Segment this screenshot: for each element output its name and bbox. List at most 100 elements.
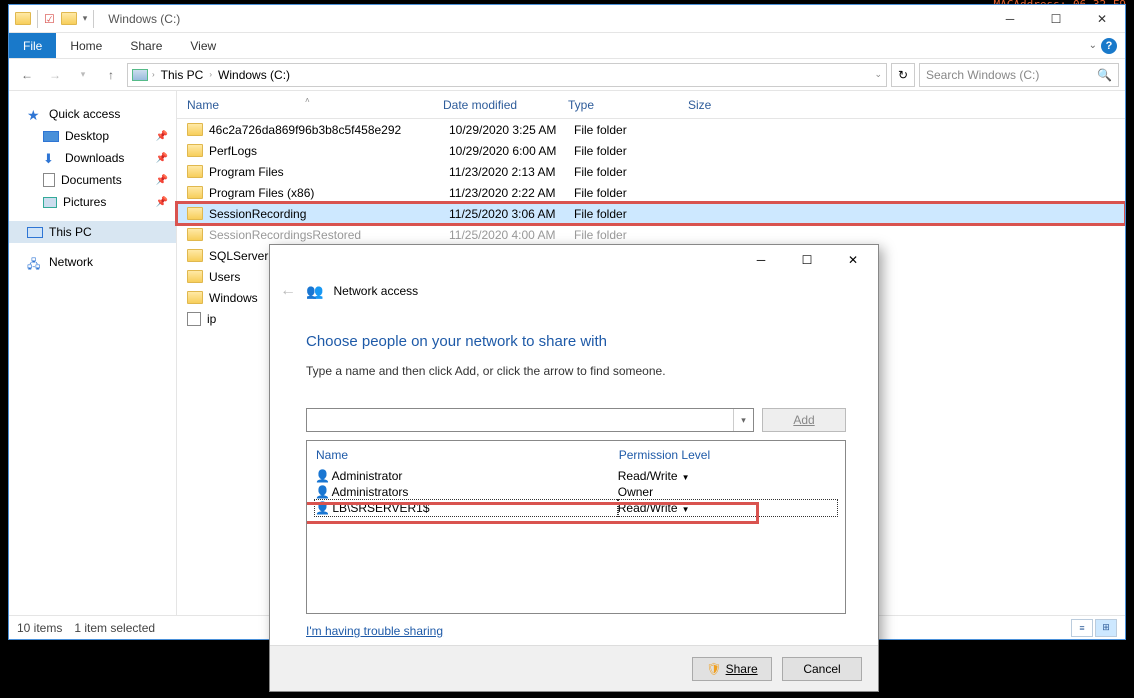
- file-row[interactable]: PerfLogs10/29/2020 6:00 AMFile folder: [177, 140, 1125, 161]
- dialog-title: Choose people on your network to share w…: [306, 333, 846, 350]
- chevron-down-icon[interactable]: ▼: [678, 505, 690, 514]
- col-type[interactable]: Type: [558, 98, 678, 112]
- back-button[interactable]: ←: [15, 63, 39, 87]
- folder-icon: [187, 186, 203, 199]
- minimize-button[interactable]: ─: [738, 245, 784, 275]
- chevron-down-icon[interactable]: ▾: [733, 409, 753, 431]
- cancel-label: Cancel: [803, 662, 840, 676]
- permission-row[interactable]: 👤 AdministratorsOwner: [315, 484, 837, 500]
- col-date[interactable]: Date modified: [433, 98, 558, 112]
- download-icon: ⬇: [43, 151, 59, 165]
- tab-share[interactable]: Share: [116, 33, 176, 58]
- perm-col-name[interactable]: Name: [315, 447, 618, 468]
- maximize-button[interactable]: ☐: [1033, 5, 1079, 33]
- add-button[interactable]: Add: [762, 408, 846, 432]
- file-type: File folder: [574, 207, 694, 221]
- nav-quick-access[interactable]: ★ Quick access: [9, 103, 176, 125]
- pin-icon: 📌: [156, 175, 168, 186]
- tab-file[interactable]: File: [9, 33, 56, 58]
- status-count: 10 items: [17, 621, 62, 635]
- file-row[interactable]: 46c2a726da869f96b3b8c5f458e29210/29/2020…: [177, 119, 1125, 140]
- perm-col-level[interactable]: Permission Level: [618, 447, 837, 468]
- address-dropdown-icon[interactable]: ⌄: [874, 69, 882, 80]
- close-button[interactable]: ✕: [830, 245, 876, 275]
- person-icon: 👤: [315, 501, 329, 515]
- back-arrow-icon[interactable]: ←: [280, 282, 296, 300]
- search-input[interactable]: Search Windows (C:) 🔍: [919, 63, 1119, 87]
- nav-network[interactable]: 🖧 Network: [9, 251, 176, 273]
- nav-documents[interactable]: Documents 📌: [9, 169, 176, 191]
- up-button[interactable]: ↑: [99, 63, 123, 87]
- file-date: 10/29/2020 3:25 AM: [449, 123, 574, 137]
- file-name: SessionRecordingsRestored: [209, 228, 449, 242]
- crumb-drive[interactable]: Windows (C:): [216, 68, 292, 82]
- view-icons-button[interactable]: ⊞: [1095, 619, 1117, 637]
- nav-label: Pictures: [63, 195, 106, 209]
- permission-level: Owner: [618, 485, 653, 499]
- crumb-thispc[interactable]: This PC: [159, 68, 206, 82]
- dialog-titlebar: ─ ☐ ✕: [270, 245, 878, 275]
- tab-view[interactable]: View: [176, 33, 230, 58]
- pin-icon: 📌: [156, 153, 168, 164]
- ribbon: File Home Share View ⌄ ?: [9, 33, 1125, 59]
- tab-home[interactable]: Home: [56, 33, 116, 58]
- permission-level[interactable]: Read/Write: [618, 501, 678, 515]
- person-combo[interactable]: ▾: [306, 408, 754, 432]
- file-row[interactable]: Program Files (x86)11/23/2020 2:22 AMFil…: [177, 182, 1125, 203]
- file-row[interactable]: SessionRecordingsRestored11/25/2020 4:00…: [177, 224, 1125, 245]
- file-date: 11/25/2020 4:00 AM: [449, 228, 574, 242]
- permission-row[interactable]: 👤 AdministratorRead/Write▼: [315, 468, 837, 484]
- nav-label: Documents: [61, 173, 122, 187]
- pin-icon: 📌: [156, 197, 168, 208]
- file-row[interactable]: Program Files11/23/2020 2:13 AMFile fold…: [177, 161, 1125, 182]
- nav-downloads[interactable]: ⬇ Downloads 📌: [9, 147, 176, 169]
- col-name[interactable]: Name ˄: [177, 98, 433, 112]
- file-type: File folder: [574, 144, 694, 158]
- breadcrumb[interactable]: › This PC › Windows (C:) ⌄: [127, 63, 887, 87]
- nav-desktop[interactable]: Desktop 📌: [9, 125, 176, 147]
- chevron-right-icon: ›: [152, 70, 155, 79]
- nav-pictures[interactable]: Pictures 📌: [9, 191, 176, 213]
- ribbon-expand-icon[interactable]: ⌄: [1089, 40, 1101, 51]
- folder-icon: [187, 249, 203, 262]
- folder-icon: [187, 165, 203, 178]
- chevron-down-icon[interactable]: ▼: [678, 473, 690, 482]
- view-details-button[interactable]: ≡: [1071, 619, 1093, 637]
- recent-chevron-icon[interactable]: ▾: [71, 63, 95, 87]
- permission-list: Name Permission Level 👤 Administrator Rea…: [306, 440, 846, 614]
- add-label: Add: [793, 413, 814, 427]
- trouble-link[interactable]: I'm having trouble sharing: [306, 624, 443, 638]
- file-type: File folder: [574, 165, 694, 179]
- pc-icon: [132, 69, 148, 81]
- star-icon: ★: [27, 107, 43, 121]
- permission-row[interactable]: 👤 LB\SRSERVER1$Read/Write▼: [315, 500, 837, 516]
- folder-icon: [187, 123, 203, 136]
- permission-level[interactable]: Read/Write: [618, 469, 678, 483]
- nav-thispc[interactable]: This PC: [9, 221, 176, 243]
- folder-icon: [187, 144, 203, 157]
- nav-label: Quick access: [49, 107, 120, 121]
- column-headers: Name ˄ Date modified Type Size: [177, 91, 1125, 119]
- help-icon[interactable]: ?: [1101, 38, 1117, 54]
- share-button[interactable]: 🛡 Share: [692, 657, 772, 681]
- file-icon: [187, 312, 201, 326]
- file-date: 10/29/2020 6:00 AM: [449, 144, 574, 158]
- refresh-button[interactable]: ↻: [891, 63, 915, 87]
- forward-button[interactable]: →: [43, 63, 67, 87]
- file-row[interactable]: SessionRecording11/25/2020 3:06 AMFile f…: [177, 203, 1125, 224]
- cancel-button[interactable]: Cancel: [782, 657, 862, 681]
- nav-label: Downloads: [65, 151, 124, 165]
- qat-chevron-icon[interactable]: ▾: [83, 13, 88, 24]
- maximize-button[interactable]: ☐: [784, 245, 830, 275]
- file-type: File folder: [574, 186, 694, 200]
- nav-pane: ★ Quick access Desktop 📌 ⬇ Downloads 📌 D…: [9, 91, 177, 615]
- person-name: Administrator: [332, 469, 403, 483]
- folder-icon[interactable]: [61, 12, 77, 25]
- file-name: Program Files (x86): [209, 186, 449, 200]
- minimize-button[interactable]: ─: [987, 5, 1033, 33]
- close-button[interactable]: ✕: [1079, 5, 1125, 33]
- qat-check-icon[interactable]: ☑: [44, 12, 55, 26]
- col-size[interactable]: Size: [678, 98, 758, 112]
- file-date: 11/25/2020 3:06 AM: [449, 207, 574, 221]
- search-placeholder: Search Windows (C:): [926, 68, 1039, 82]
